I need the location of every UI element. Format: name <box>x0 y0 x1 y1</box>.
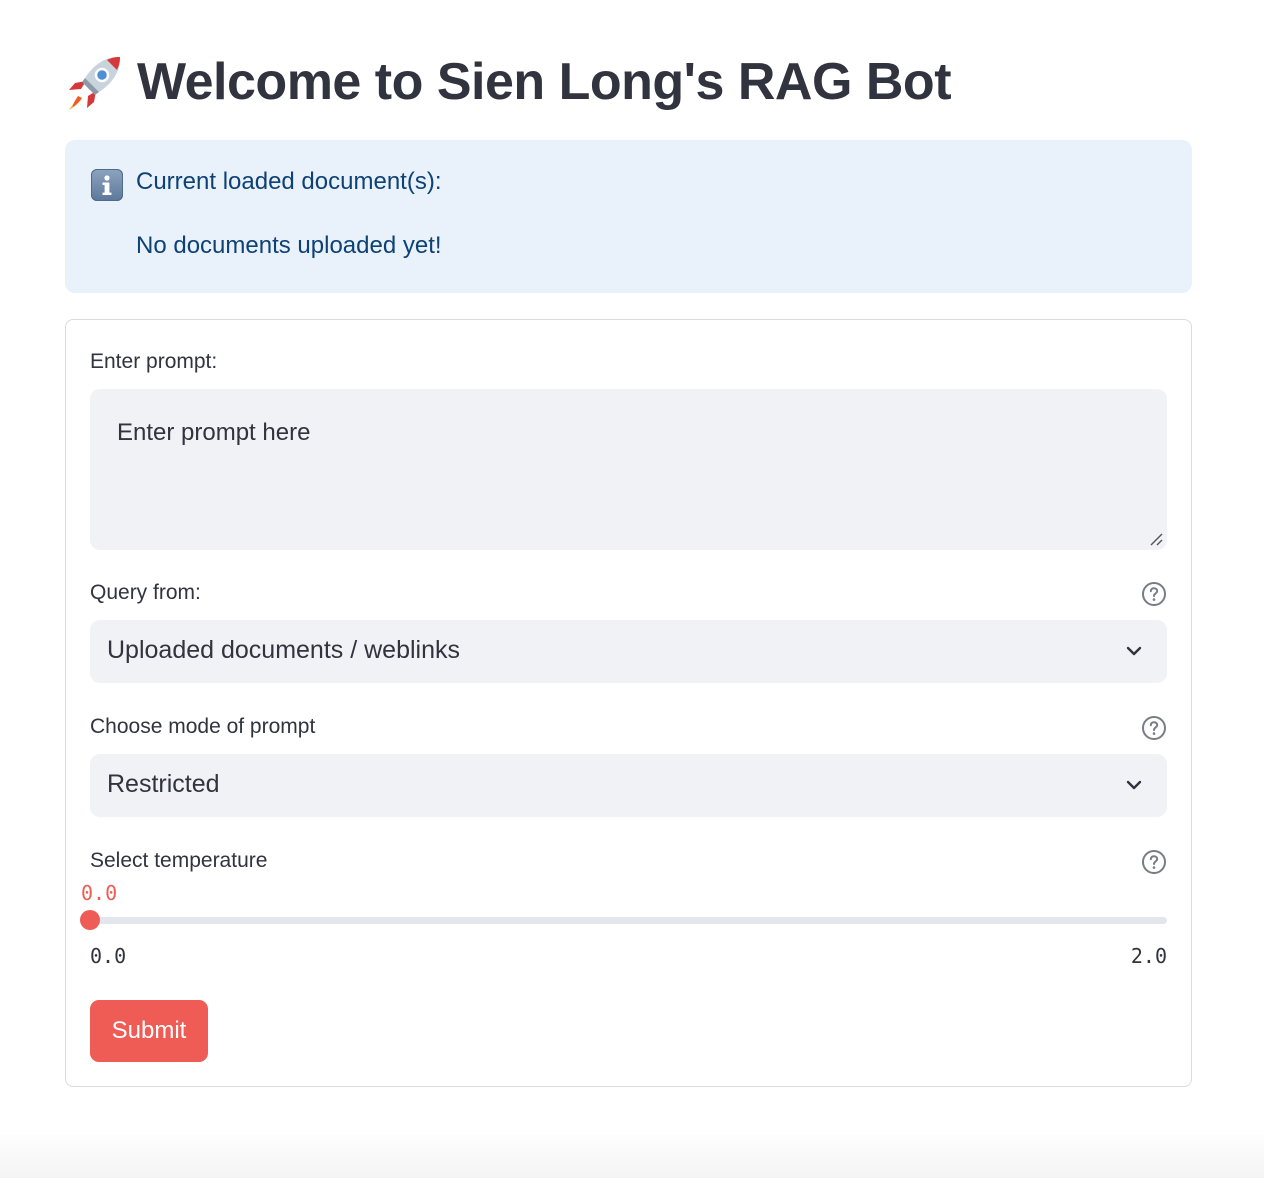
info-title: Current loaded document(s): <box>136 168 442 195</box>
mode-label: Choose mode of prompt <box>90 715 316 738</box>
temperature-min-label: 0.0 <box>90 944 127 968</box>
resize-handle-icon[interactable] <box>1149 532 1163 546</box>
prompt-textarea[interactable]: Enter prompt here <box>90 389 1167 550</box>
page-footer <box>0 1128 1264 1178</box>
query-from-label: Query from: <box>90 581 201 604</box>
temperature-max-label: 2.0 <box>1130 944 1167 968</box>
rocket-icon <box>65 52 125 112</box>
prompt-placeholder: Enter prompt here <box>117 419 311 446</box>
submit-button[interactable]: Submit <box>90 1000 208 1062</box>
info-message: No documents uploaded yet! <box>136 232 442 259</box>
temperature-current-value: 0.0 <box>81 881 118 905</box>
prompt-label: Enter prompt: <box>90 350 218 373</box>
question-circle-icon[interactable] <box>1141 849 1167 875</box>
query-from-select[interactable]: Uploaded documents / weblinks <box>90 620 1167 683</box>
page-header: Welcome to Sien Long's RAG Bot <box>65 44 952 120</box>
chevron-down-icon[interactable] <box>1123 640 1145 662</box>
mode-select[interactable]: Restricted <box>90 754 1167 817</box>
info-icon <box>91 169 123 201</box>
temperature-slider-thumb[interactable] <box>80 910 100 930</box>
info-alert: Current loaded document(s): No documents… <box>65 140 1192 293</box>
mode-value: Restricted <box>107 770 220 798</box>
chevron-down-icon[interactable] <box>1123 774 1145 796</box>
page-title: Welcome to Sien Long's RAG Bot <box>137 53 952 111</box>
temperature-label: Select temperature <box>90 849 268 872</box>
query-from-value: Uploaded documents / weblinks <box>107 636 460 664</box>
question-circle-icon[interactable] <box>1141 581 1167 607</box>
temperature-slider-track[interactable] <box>90 917 1167 924</box>
prompt-form: Enter prompt: Enter prompt here Query fr… <box>65 319 1192 1087</box>
question-circle-icon[interactable] <box>1141 715 1167 741</box>
